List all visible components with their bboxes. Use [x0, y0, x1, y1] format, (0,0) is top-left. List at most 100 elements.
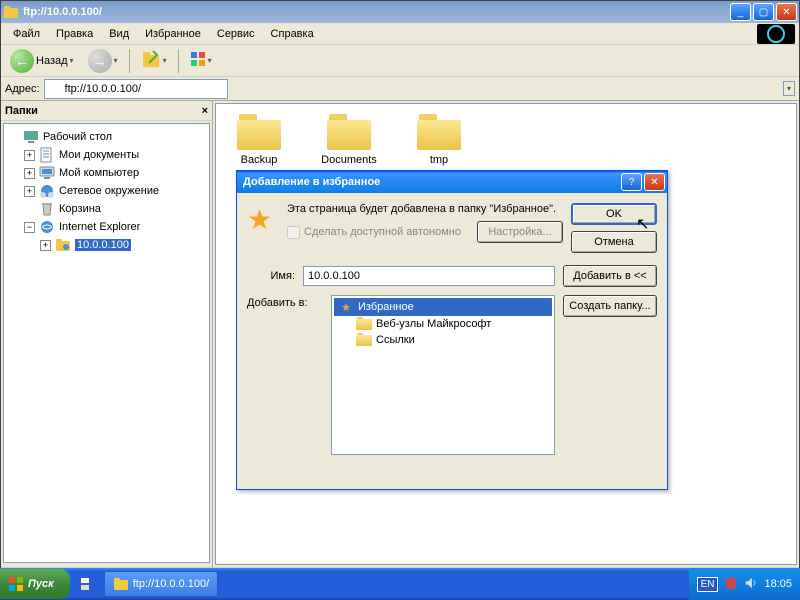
ftp-icon [55, 237, 71, 253]
favorites-icon: ★ [338, 299, 354, 315]
folder-label: tmp [430, 154, 448, 166]
folder-label: Backup [241, 154, 278, 166]
tree-item-label: Сетевое окружение [59, 185, 159, 197]
folders-dropdown-icon[interactable]: ▾ [163, 56, 167, 65]
windows-flag-icon [757, 24, 795, 44]
cancel-button[interactable]: Отмена [571, 231, 657, 253]
views-icon [190, 51, 206, 70]
tree-item[interactable]: + Сетевое окружение [8, 182, 205, 200]
forward-button[interactable]: → ▾ [83, 46, 123, 76]
desktop-icon [23, 129, 39, 145]
taskbar: Пуск ftp://10.0.0.100/ EN 18:05 [0, 568, 800, 600]
windows-logo-icon [8, 576, 24, 592]
tree-item-label: Мои документы [59, 149, 139, 161]
tray-security-icon[interactable] [724, 576, 738, 593]
titlebar[interactable]: ftp://10.0.0.100/ _ ▢ ✕ [1, 1, 799, 23]
tree-item[interactable]: Рабочий стол [8, 128, 205, 146]
forward-dropdown-icon[interactable]: ▾ [114, 56, 118, 65]
tree-item-label: Internet Explorer [59, 221, 140, 233]
back-label: Назад [36, 55, 68, 67]
folders-icon [141, 49, 161, 72]
views-dropdown-icon[interactable]: ▾ [208, 56, 212, 65]
maximize-button[interactable]: ▢ [753, 3, 774, 21]
language-indicator[interactable]: EN [697, 577, 719, 592]
favorites-tree[interactable]: ★ Избранное Веб-узлы Майкрософт Ссылки [331, 295, 555, 455]
expander-icon[interactable]: + [40, 240, 51, 251]
sidebar-close-button[interactable]: × [202, 105, 208, 117]
folder-item[interactable]: Backup [224, 112, 294, 166]
folder-icon [325, 112, 373, 152]
ok-button[interactable]: OK [571, 203, 657, 225]
views-button[interactable]: ▾ [185, 48, 217, 73]
folder-icon [415, 112, 463, 152]
tree-item-label: Мой компьютер [59, 167, 139, 179]
folder-item[interactable]: Documents [314, 112, 384, 166]
tree-item-label: Рабочий стол [43, 131, 112, 143]
folder-icon [235, 112, 283, 152]
sidebar-title: Папки [5, 105, 38, 117]
dialog-close-button[interactable]: ✕ [644, 173, 665, 191]
dialog-title: Добавление в избранное [239, 176, 621, 188]
folders-sidebar: Папки × Рабочий стол + Мои документы + Мой к… [1, 101, 213, 567]
toolbar-separator [129, 49, 130, 73]
favorites-tree-item[interactable]: Ссылки [334, 332, 552, 348]
toolbar: ← Назад ▾ → ▾ ▾ ▾ [1, 45, 799, 77]
folders-button[interactable]: ▾ [136, 46, 172, 75]
folder-label: Documents [321, 154, 377, 166]
addto-button[interactable]: Добавить в << [563, 265, 657, 287]
quick-launch [70, 573, 100, 595]
newfolder-button[interactable]: Создать папку... [563, 295, 657, 317]
tree-item[interactable]: + Мои документы [8, 146, 205, 164]
system-tray: EN 18:05 [689, 568, 800, 600]
menu-favorites[interactable]: Избранное [137, 26, 209, 42]
expander-icon[interactable]: + [24, 168, 35, 179]
menu-tools[interactable]: Сервис [209, 26, 263, 42]
menu-view[interactable]: Вид [101, 26, 137, 42]
expander-icon[interactable]: − [24, 222, 35, 233]
tree-item-label: Корзина [59, 203, 101, 215]
dialog-titlebar[interactable]: Добавление в избранное ? ✕ [237, 171, 667, 193]
minimize-button[interactable]: _ [730, 3, 751, 21]
tree-item[interactable]: Корзина [8, 200, 205, 218]
start-button[interactable]: Пуск [0, 569, 70, 599]
menu-bar: Файл Правка Вид Избранное Сервис Справка [1, 23, 799, 45]
tree-item[interactable]: − Internet Explorer [8, 218, 205, 236]
tree-item[interactable]: + Мой компьютер [8, 164, 205, 182]
back-dropdown-icon[interactable]: ▾ [70, 56, 74, 65]
add-favorite-dialog: Добавление в избранное ? ✕ ★ Эта страниц… [236, 170, 668, 490]
network-icon [39, 183, 55, 199]
name-input[interactable] [303, 266, 555, 286]
back-arrow-icon: ← [10, 49, 34, 73]
menu-file[interactable]: Файл [5, 26, 48, 42]
taskbar-item[interactable]: ftp://10.0.0.100/ [104, 571, 218, 597]
tray-volume-icon[interactable] [744, 576, 758, 593]
offline-checkbox [287, 226, 300, 239]
dialog-help-button[interactable]: ? [621, 173, 642, 191]
addto-label: Добавить в: [247, 295, 323, 455]
tree-item[interactable]: +10.0.0.100 [8, 236, 205, 254]
favorites-tree-item[interactable]: ★ Избранное [334, 298, 552, 316]
close-button[interactable]: ✕ [776, 3, 797, 21]
taskbar-item-label: ftp://10.0.0.100/ [133, 578, 209, 590]
favorite-star-icon: ★ [247, 203, 279, 235]
sidebar-header: Папки × [1, 101, 212, 121]
expander-icon[interactable]: + [24, 150, 35, 161]
favorites-tree-item[interactable]: Веб-узлы Майкрософт [334, 316, 552, 332]
clock[interactable]: 18:05 [764, 578, 792, 590]
tree-item-label: Избранное [358, 301, 414, 313]
folder-tree[interactable]: Рабочий стол + Мои документы + Мой компьютер… [3, 123, 210, 563]
settings-button: Настройка... [477, 221, 563, 243]
folder-icon [356, 317, 372, 331]
folder-icon [356, 333, 372, 347]
tree-item-label: Ссылки [376, 334, 415, 346]
menu-edit[interactable]: Правка [48, 26, 101, 42]
address-input[interactable] [44, 79, 228, 99]
folder-item[interactable]: tmp [404, 112, 474, 166]
address-dropdown-icon[interactable]: ▾ [783, 81, 795, 96]
menu-help[interactable]: Справка [263, 26, 322, 42]
window-icon [3, 4, 19, 20]
back-button[interactable]: ← Назад ▾ [5, 46, 79, 76]
expander-icon[interactable]: + [24, 186, 35, 197]
dialog-description: Эта страница будет добавлена в папку "Из… [287, 203, 563, 215]
ql-save-icon[interactable] [74, 573, 96, 595]
